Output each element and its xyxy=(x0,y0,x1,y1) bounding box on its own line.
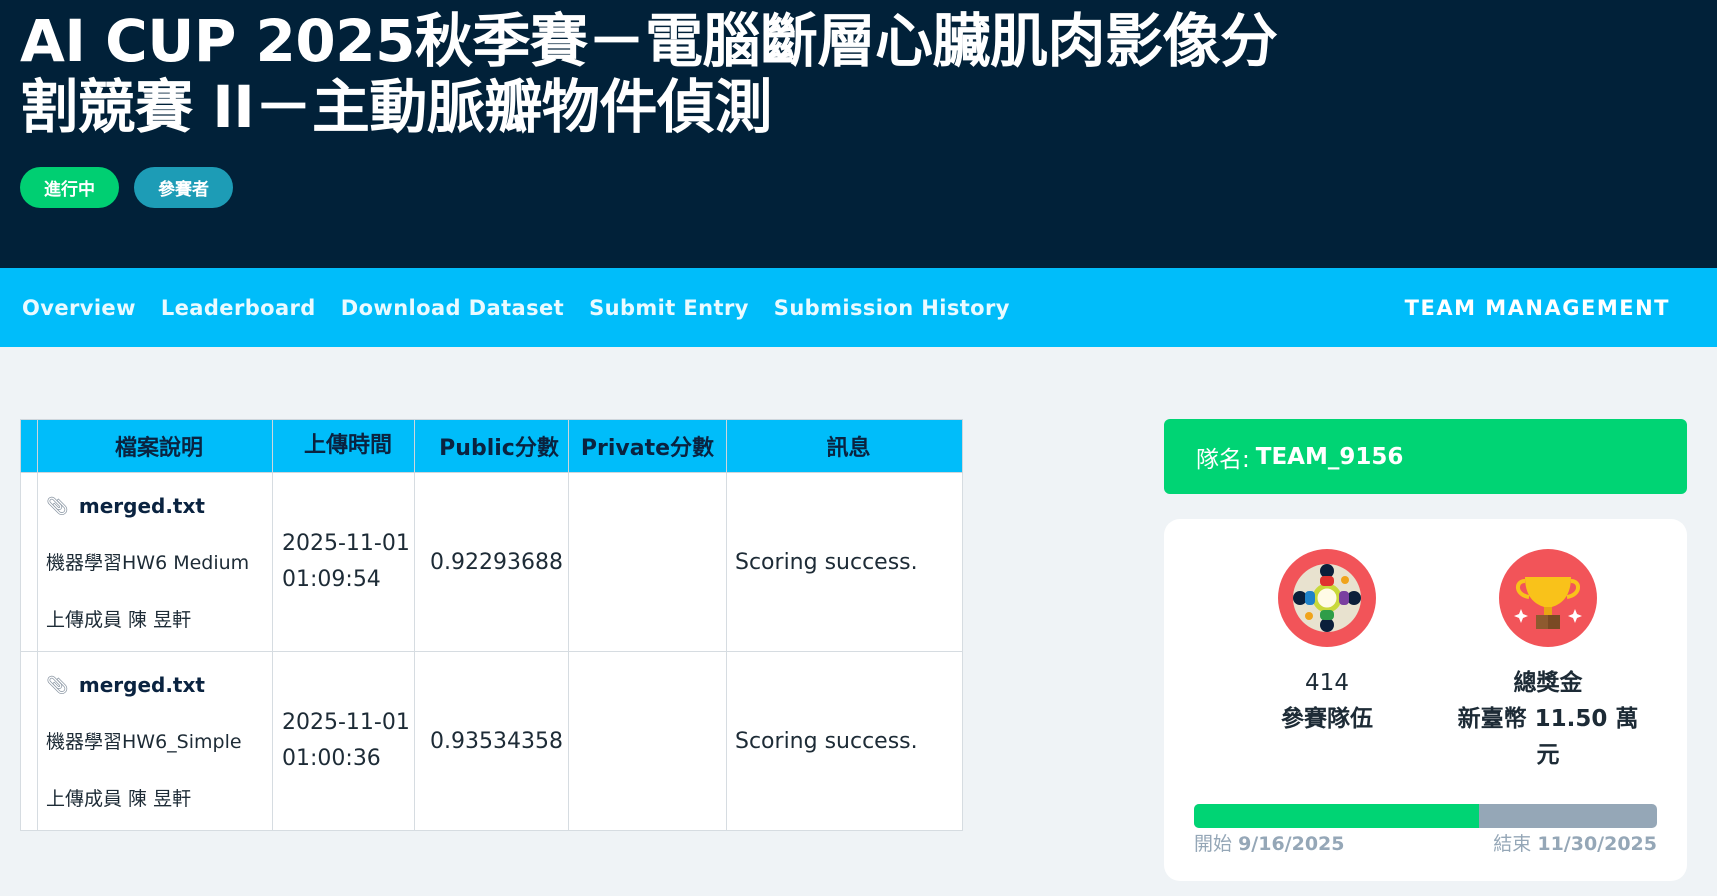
nav-team-management[interactable]: TEAM MANAGEMENT xyxy=(1405,268,1670,347)
file-cell: 📎︎ merged.txt 機器學習HW6_Simple 上傳成員 陳 昱軒 xyxy=(37,651,273,831)
prize-stat: 總獎金 新臺幣 11.50 萬元 xyxy=(1448,549,1648,773)
prize-amount: 新臺幣 11.50 萬元 xyxy=(1457,706,1639,768)
table-row: 📎︎ merged.txt 機器學習HW6_Simple 上傳成員 陳 昱軒 2… xyxy=(20,651,963,831)
role-badge: 參賽者 xyxy=(134,167,233,208)
public-score-cell: 0.92293688 xyxy=(414,472,569,652)
end-date-group: 結束 11/30/2025 xyxy=(1493,829,1657,856)
column-header-public-score: Public分數 xyxy=(414,419,569,473)
team-name-label: 隊名: xyxy=(1196,446,1250,473)
public-score-cell: 0.93534358 xyxy=(414,651,569,831)
file-name-link[interactable]: merged.txt xyxy=(79,494,205,518)
teams-circle-icon xyxy=(1278,549,1376,647)
prize-label: 總獎金 xyxy=(1513,670,1583,696)
badge-row: 進行中 參賽者 xyxy=(20,167,233,208)
competition-dates: 開始 9/16/2025 結束 11/30/2025 xyxy=(1194,829,1657,856)
status-badge: 進行中 xyxy=(20,167,119,208)
competition-header: AI CUP 2025秋季賽－電腦斷層心臟肌肉影像分割競賽 II－主動脈瓣物件偵… xyxy=(0,0,1717,268)
table-row: 📎︎ merged.txt 機器學習HW6 Medium 上傳成員 陳 昱軒 2… xyxy=(20,472,963,652)
row-marker xyxy=(20,651,38,831)
trophy-icon xyxy=(1499,549,1597,647)
paperclip-icon: 📎︎ xyxy=(46,495,69,517)
nav-submission-history[interactable]: Submission History xyxy=(774,296,1010,320)
row-marker-header xyxy=(20,419,38,473)
message-cell: Scoring success. xyxy=(726,472,963,652)
progress-fill xyxy=(1194,804,1479,828)
column-header-message: 訊息 xyxy=(726,419,963,473)
nav-leaderboard[interactable]: Leaderboard xyxy=(161,296,316,320)
nav-download-dataset[interactable]: Download Dataset xyxy=(341,296,564,320)
end-label: 結束 xyxy=(1493,833,1532,855)
upload-time: 01:00:36 xyxy=(282,746,381,771)
teams-label: 參賽隊伍 xyxy=(1281,706,1373,732)
file-uploader: 上傳成員 陳 昱軒 xyxy=(46,788,192,810)
competition-stats-card: 414 參賽隊伍 總獎金 新臺幣 11.50 萬元 開始 9/16/2025 結… xyxy=(1164,519,1687,881)
row-marker xyxy=(20,472,38,652)
upload-date: 2025-11-01 xyxy=(282,531,410,556)
column-header-upload-time: 上傳時間 xyxy=(272,419,415,473)
end-date: 11/30/2025 xyxy=(1537,833,1657,855)
paperclip-icon: 📎︎ xyxy=(46,674,69,696)
teams-stat: 414 參賽隊伍 xyxy=(1227,549,1427,737)
file-uploader: 上傳成員 陳 昱軒 xyxy=(46,609,192,631)
competition-progress-bar xyxy=(1194,804,1657,828)
column-header-file: 檔案說明 xyxy=(37,419,273,473)
upload-date: 2025-11-01 xyxy=(282,710,410,735)
upload-time-cell: 2025-11-01 01:09:54 xyxy=(272,472,415,652)
team-name-card: 隊名: TEAM_9156 xyxy=(1164,419,1687,494)
upload-time: 01:09:54 xyxy=(282,567,381,592)
nav-overview[interactable]: Overview xyxy=(22,296,136,320)
teams-count: 414 xyxy=(1305,670,1349,696)
competition-nav: Overview Leaderboard Download Dataset Su… xyxy=(0,268,1717,347)
file-cell: 📎︎ merged.txt 機器學習HW6 Medium 上傳成員 陳 昱軒 xyxy=(37,472,273,652)
file-name-link[interactable]: merged.txt xyxy=(79,673,205,697)
start-date-group: 開始 9/16/2025 xyxy=(1194,829,1344,856)
start-label: 開始 xyxy=(1194,833,1233,855)
file-description: 機器學習HW6_Simple xyxy=(46,731,242,753)
file-description: 機器學習HW6 Medium xyxy=(46,552,250,574)
private-score-cell xyxy=(568,472,727,652)
message-cell: Scoring success. xyxy=(726,651,963,831)
start-date: 9/16/2025 xyxy=(1238,833,1345,855)
private-score-cell xyxy=(568,651,727,831)
column-header-private-score: Private分數 xyxy=(568,419,727,473)
team-name-value: TEAM_9156 xyxy=(1255,443,1404,470)
submission-history-table: 檔案說明 上傳時間 Public分數 Private分數 訊息 📎︎ merge… xyxy=(20,419,963,831)
table-header-row: 檔案說明 上傳時間 Public分數 Private分數 訊息 xyxy=(20,419,963,473)
page-title: AI CUP 2025秋季賽－電腦斷層心臟肌肉影像分割競賽 II－主動脈瓣物件偵… xyxy=(20,7,1278,141)
upload-time-cell: 2025-11-01 01:00:36 xyxy=(272,651,415,831)
nav-submit-entry[interactable]: Submit Entry xyxy=(589,296,749,320)
